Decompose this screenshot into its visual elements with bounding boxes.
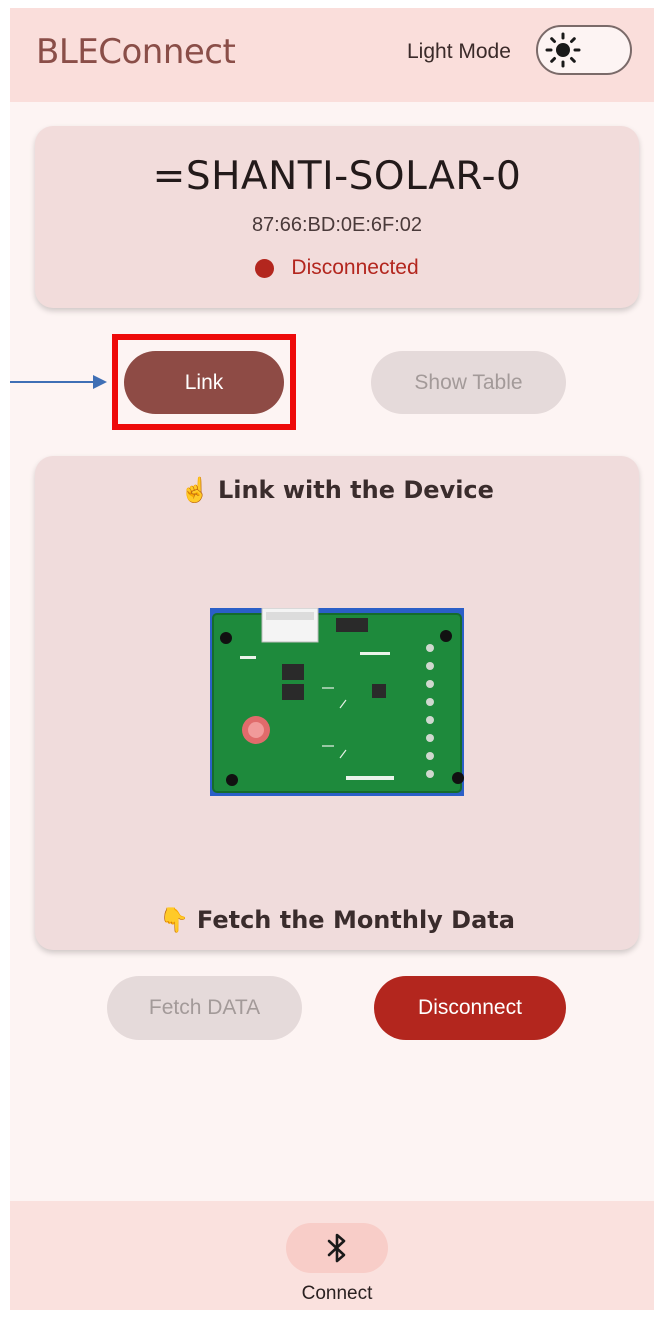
instruction-link-text: Link with the Device: [217, 476, 494, 504]
nav-item-connect-label[interactable]: Connect: [10, 1283, 654, 1305]
theme-toggle[interactable]: [536, 25, 632, 75]
annotation-arrow-head-icon: [93, 375, 107, 389]
instruction-fetch-text: Fetch the Monthly Data: [196, 906, 515, 934]
status-text: Disconnected: [291, 256, 419, 279]
link-button[interactable]: Link: [124, 351, 284, 414]
annotation-arrow: [10, 381, 95, 383]
fetch-data-button[interactable]: Fetch DATA: [107, 976, 302, 1040]
instruction-link: ☝️ Link with the Device: [35, 476, 639, 504]
app-screen: BLEConnect Light Mode =SHANTI-SOLAR-0 87…: [10, 8, 654, 1310]
pointing-down-icon: 👇: [159, 906, 189, 934]
show-table-button[interactable]: Show Table: [371, 351, 566, 414]
status-dot-icon: [255, 258, 275, 278]
top-app-bar: BLEConnect Light Mode: [10, 8, 654, 102]
device-card: =SHANTI-SOLAR-0 87:66:BD:0E:6F:02 Discon…: [35, 126, 639, 308]
sun-icon: [545, 32, 581, 68]
app-title: BLEConnect: [36, 32, 236, 72]
pointing-up-icon: ☝️: [180, 476, 210, 504]
instruction-fetch: 👇 Fetch the Monthly Data: [35, 906, 639, 934]
instruction-card: ☝️ Link with the Device 👇 Fetch the Mont…: [35, 456, 639, 950]
nav-item-connect[interactable]: [286, 1223, 388, 1273]
circuit-board-image: [210, 608, 464, 796]
bluetooth-icon: [327, 1233, 346, 1263]
disconnect-button[interactable]: Disconnect: [374, 976, 566, 1040]
bottom-navigation: Connect: [10, 1201, 654, 1310]
device-name: =SHANTI-SOLAR-0: [152, 154, 522, 199]
connection-status: Disconnected: [35, 256, 639, 280]
mode-label: Light Mode: [407, 40, 511, 63]
device-mac-address: 87:66:BD:0E:6F:02: [251, 214, 423, 236]
